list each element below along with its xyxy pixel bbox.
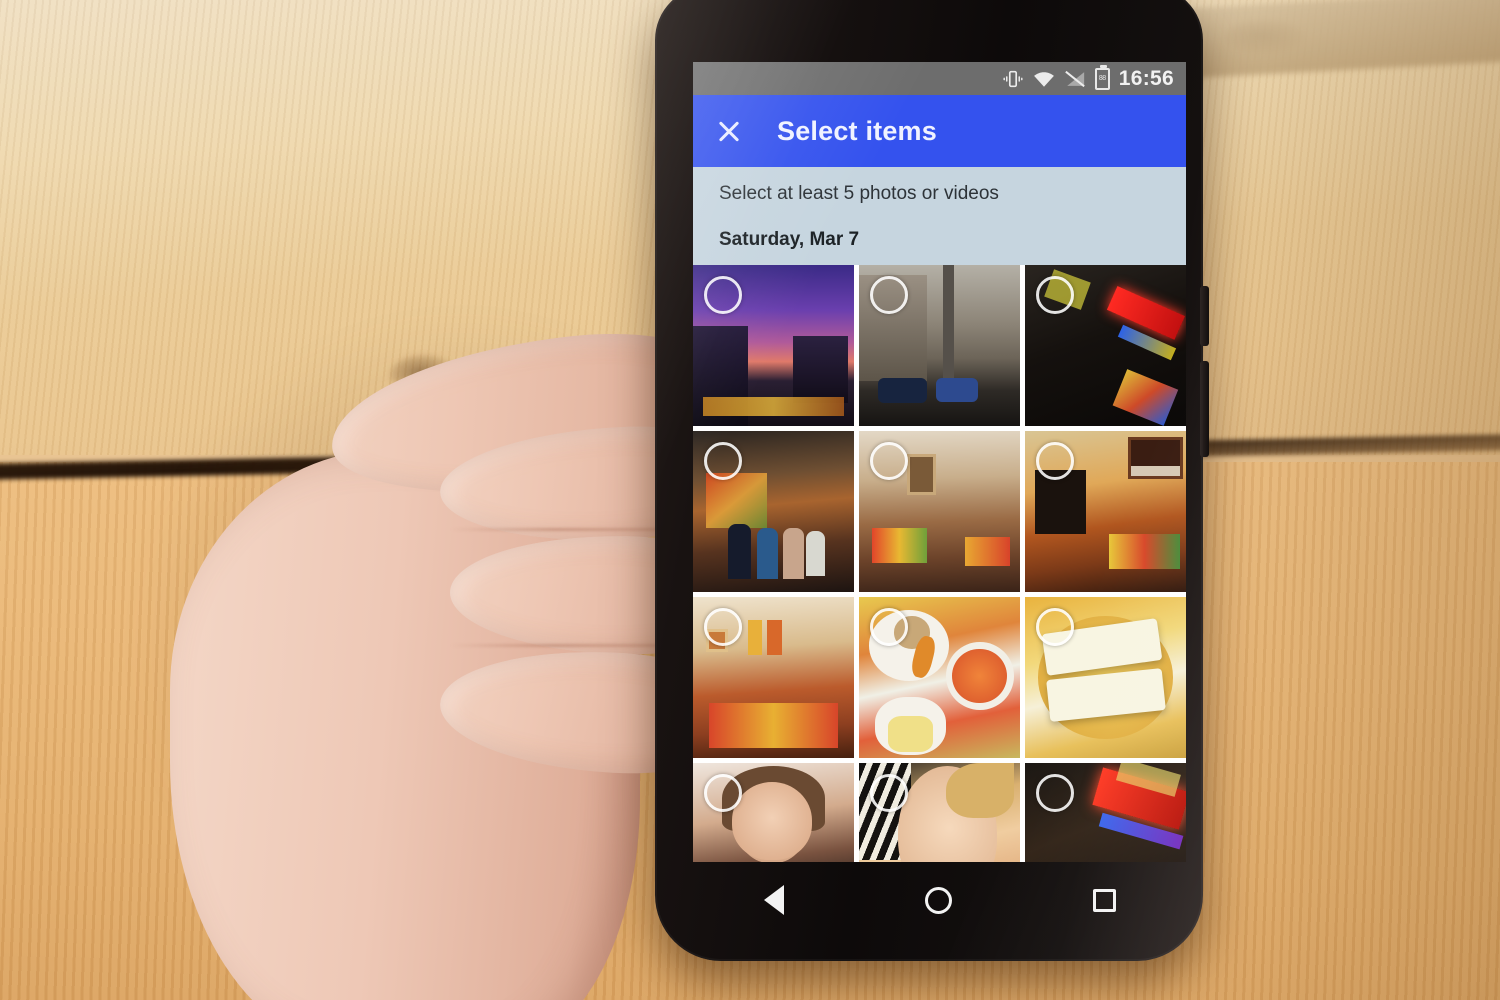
photo-grid [693, 265, 1186, 862]
photo-thumbnail-cheese-arepa-closeup[interactable] [1025, 597, 1186, 758]
photo-thumbnail-purple-sunset-cityscape[interactable] [693, 265, 854, 426]
photo-thumbnail-plate-of-food-and-soup[interactable] [859, 597, 1020, 758]
selection-header: Select at least 5 photos or videos Satur… [693, 167, 1186, 265]
selection-checkbox[interactable] [704, 608, 742, 646]
status-bar: 88 16:56 [693, 62, 1186, 95]
battery-level: 88 [1098, 75, 1106, 82]
back-icon[interactable] [763, 885, 784, 915]
selection-checkbox[interactable] [870, 774, 908, 812]
scene: 88 16:56 Select items Select at least 5 … [0, 0, 1500, 1000]
page-title: Select items [777, 115, 937, 146]
photo-thumbnail-restaurant-colombia-poster[interactable] [1025, 431, 1186, 592]
power-button[interactable] [1200, 286, 1209, 346]
selection-checkbox[interactable] [1036, 774, 1074, 812]
photo-thumbnail-selfie-woman-smiling[interactable] [859, 763, 1020, 862]
signal-muted-icon [1064, 70, 1085, 87]
close-icon[interactable] [715, 117, 743, 145]
photo-thumbnail-restaurant-dining-room[interactable] [859, 431, 1020, 592]
wifi-icon [1033, 71, 1054, 87]
home-icon[interactable] [924, 886, 952, 914]
volume-button[interactable] [1200, 361, 1209, 457]
battery-icon: 88 [1094, 64, 1110, 90]
photo-thumbnail-restaurant-lobby-sofa[interactable] [693, 597, 854, 758]
selection-checkbox[interactable] [704, 774, 742, 812]
vibrate-icon [1003, 70, 1023, 87]
table-shadow [1170, 0, 1500, 1000]
phone-screen: 88 16:56 Select items Select at least 5 … [693, 62, 1186, 862]
date-group-header: Saturday, Mar 7 [719, 229, 860, 250]
photo-thumbnail-restaurant-neon-sign-night[interactable] [1025, 763, 1186, 862]
photo-thumbnail-restaurant-interior-with-people[interactable] [693, 431, 854, 592]
photo-thumbnail-night-street-neon-sign[interactable] [1025, 265, 1186, 426]
android-navigation-bar [693, 861, 1186, 939]
selection-checkbox[interactable] [1036, 276, 1074, 314]
selection-checkbox[interactable] [704, 276, 742, 314]
selection-checkbox[interactable] [1036, 608, 1074, 646]
selection-checkbox[interactable] [1036, 442, 1074, 480]
photo-thumbnail-city-street-with-cars[interactable] [859, 265, 1020, 426]
selection-checkbox[interactable] [870, 442, 908, 480]
selection-checkbox[interactable] [704, 442, 742, 480]
selection-hint: Select at least 5 photos or videos [719, 183, 999, 204]
selection-checkbox[interactable] [870, 276, 908, 314]
selection-checkbox[interactable] [870, 608, 908, 646]
recents-icon[interactable] [1092, 888, 1116, 912]
photo-thumbnail-selfie-woman-dark-top[interactable] [693, 763, 854, 862]
app-bar: Select items [693, 95, 1186, 167]
clock: 16:56 [1118, 66, 1174, 90]
smartphone-body: 88 16:56 Select items Select at least 5 … [655, 0, 1209, 961]
